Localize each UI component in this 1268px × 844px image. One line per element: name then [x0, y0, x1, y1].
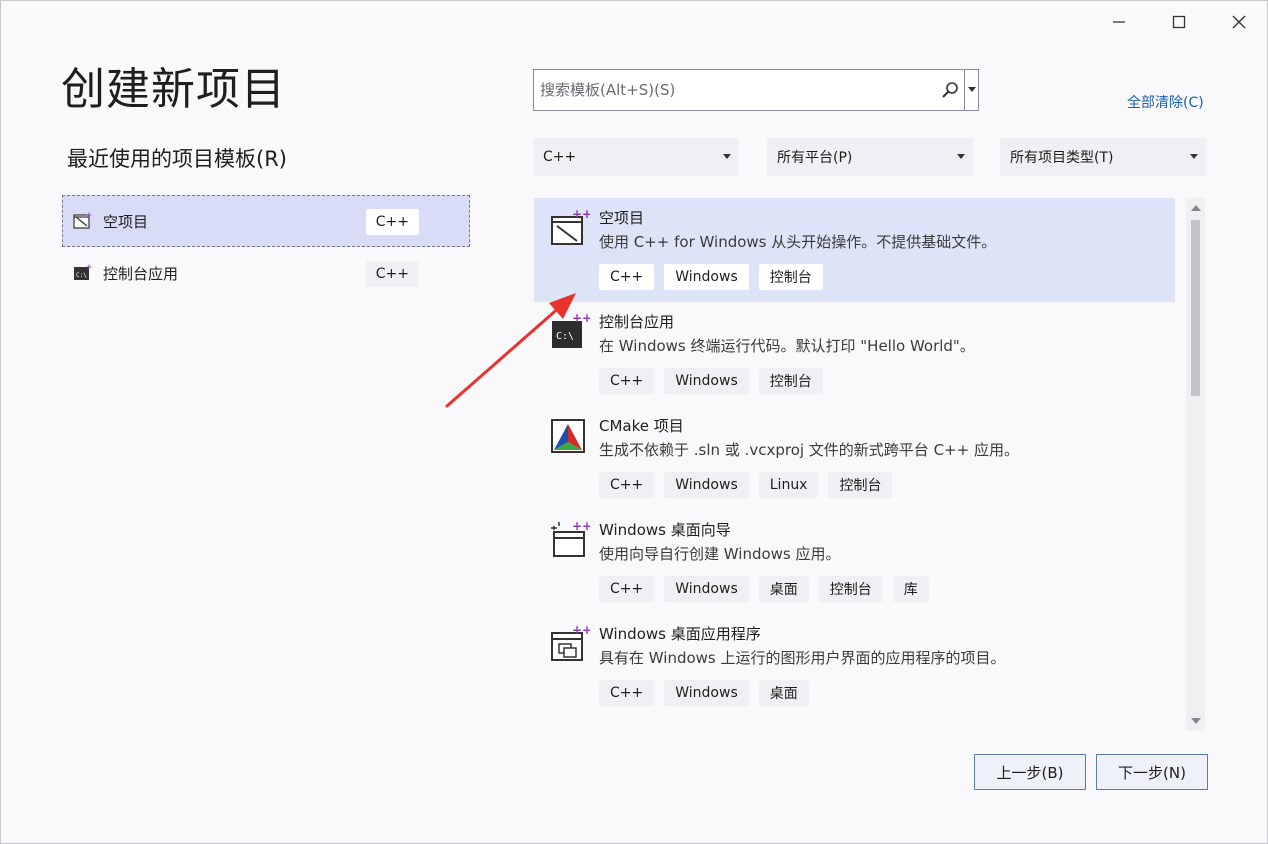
minimize-button[interactable] [1096, 7, 1142, 37]
page-title: 创建新项目 [61, 64, 286, 115]
template-tag: C++ [599, 472, 655, 498]
console-app-icon: C:\ ++ [73, 263, 93, 283]
template-tags: C++ Windows 控制台 [599, 264, 1175, 290]
template-tag: C++ [599, 368, 655, 394]
template-tag: Windows [664, 680, 749, 706]
template-name: Windows 桌面应用程序 [599, 625, 761, 643]
template-name: CMake 项目 [599, 417, 684, 435]
chevron-down-icon [967, 87, 976, 92]
template-description: 生成不依赖于 .sln 或 .vcxproj 文件的新式跨平台 C++ 应用。 [599, 441, 1019, 459]
svg-text:++: ++ [572, 208, 590, 221]
template-item-desktop-wizard[interactable]: ++ Windows 桌面向导 使用向导自行创建 Windows 应用。 C++… [534, 510, 1175, 614]
svg-text:++: ++ [86, 264, 93, 271]
template-description: 使用向导自行创建 Windows 应用。 [599, 545, 841, 563]
maximize-icon [1172, 15, 1186, 29]
back-button[interactable]: 上一步(B) [974, 754, 1086, 790]
template-tag: 库 [892, 576, 929, 602]
minimize-icon [1113, 21, 1125, 23]
recent-item-empty-project[interactable]: ++ 空项目 C++ [62, 195, 470, 247]
chevron-down-icon [957, 154, 965, 159]
template-tag: Windows [664, 264, 749, 290]
recent-item-tag: C++ [365, 261, 419, 287]
template-tag: C++ [599, 264, 655, 290]
template-description: 在 Windows 终端运行代码。默认打印 "Hello World"。 [599, 337, 975, 355]
svg-text:++: ++ [572, 520, 590, 533]
template-tag: 桌面 [758, 680, 809, 706]
close-icon [1232, 15, 1246, 29]
svg-text:++: ++ [86, 212, 93, 219]
template-tag: C++ [599, 680, 655, 706]
template-tag: 桌面 [758, 576, 809, 602]
template-item-empty-project[interactable]: ++ 空项目 使用 C++ for Windows 从头开始操作。不提供基础文件… [534, 198, 1175, 302]
template-name: Windows 桌面向导 [599, 521, 731, 539]
empty-project-icon: ++ [73, 211, 93, 231]
search-input[interactable] [534, 70, 936, 110]
close-button[interactable] [1216, 7, 1262, 37]
annotation-arrow-icon [445, 293, 576, 408]
platform-filter-dropdown[interactable]: 所有平台(P) [767, 138, 973, 176]
svg-text:++: ++ [572, 624, 590, 637]
template-tag: 控制台 [828, 472, 893, 498]
template-tag: Linux [758, 472, 819, 498]
next-button[interactable]: 下一步(N) [1096, 754, 1208, 790]
recent-item-tag: C++ [365, 209, 419, 235]
template-tags: C++ Windows 桌面 控制台 库 [599, 576, 1175, 602]
template-tag: 控制台 [758, 368, 823, 394]
template-name: 空项目 [599, 209, 645, 227]
template-search-box [533, 69, 979, 111]
recent-item-label: 空项目 [103, 212, 149, 231]
recent-templates-heading: 最近使用的项目模板(R) [67, 147, 287, 171]
chevron-down-icon [1190, 154, 1198, 159]
desktop-app-icon: ++ [551, 624, 590, 661]
template-tag: Windows [664, 576, 749, 602]
template-tag: Windows [664, 368, 749, 394]
empty-project-icon: ++ [551, 208, 590, 245]
template-description: 具有在 Windows 上运行的图形用户界面的应用程序的项目。 [599, 649, 1006, 667]
template-tags: C++ Windows 控制台 [599, 368, 1175, 394]
template-item-console-app[interactable]: C:\ ++ 控制台应用 在 Windows 终端运行代码。默认打印 "Hell… [534, 302, 1175, 406]
template-tag: Windows [664, 472, 749, 498]
desktop-wizard-icon: ++ [551, 520, 590, 557]
template-tag: C++ [599, 576, 655, 602]
chevron-down-icon [723, 154, 731, 159]
template-item-desktop-app[interactable]: ++ Windows 桌面应用程序 具有在 Windows 上运行的图形用户界面… [534, 614, 1175, 718]
cmake-icon [551, 419, 585, 453]
clear-all-link[interactable]: 全部清除(C) [1127, 92, 1204, 112]
template-list: ++ 空项目 使用 C++ for Windows 从头开始操作。不提供基础文件… [534, 198, 1175, 728]
template-tags: C++ Windows 桌面 [599, 680, 1175, 706]
project-type-filter-dropdown[interactable]: 所有项目类型(T) [1000, 138, 1206, 176]
template-tag: 控制台 [758, 264, 823, 290]
template-list-scrollbar[interactable] [1186, 198, 1205, 731]
language-filter-value: C++ [543, 149, 577, 165]
scroll-up-icon[interactable] [1191, 205, 1201, 211]
recent-item-label: 控制台应用 [103, 264, 179, 283]
scroll-down-icon[interactable] [1191, 718, 1201, 724]
platform-filter-value: 所有平台(P) [777, 150, 853, 166]
template-item-cmake-project[interactable]: CMake 项目 生成不依赖于 .sln 或 .vcxproj 文件的新式跨平台… [534, 406, 1175, 510]
template-description: 使用 C++ for Windows 从头开始操作。不提供基础文件。 [599, 233, 997, 251]
recent-item-console-app[interactable]: C:\ ++ 控制台应用 C++ [62, 247, 470, 299]
recent-templates-list: ++ 空项目 C++ C:\ ++ 控制台应用 C++ [62, 195, 470, 299]
template-name: 控制台应用 [599, 313, 675, 331]
template-tags: C++ Windows Linux 控制台 [599, 472, 1175, 498]
search-dropdown-button[interactable] [964, 70, 978, 110]
svg-text:C:\: C:\ [76, 272, 87, 279]
language-filter-dropdown[interactable]: C++ [533, 138, 739, 176]
template-tag: 控制台 [818, 576, 883, 602]
project-type-filter-value: 所有项目类型(T) [1010, 150, 1114, 166]
maximize-button[interactable] [1156, 7, 1202, 37]
search-icon[interactable] [936, 70, 964, 110]
scrollbar-thumb[interactable] [1191, 220, 1200, 396]
